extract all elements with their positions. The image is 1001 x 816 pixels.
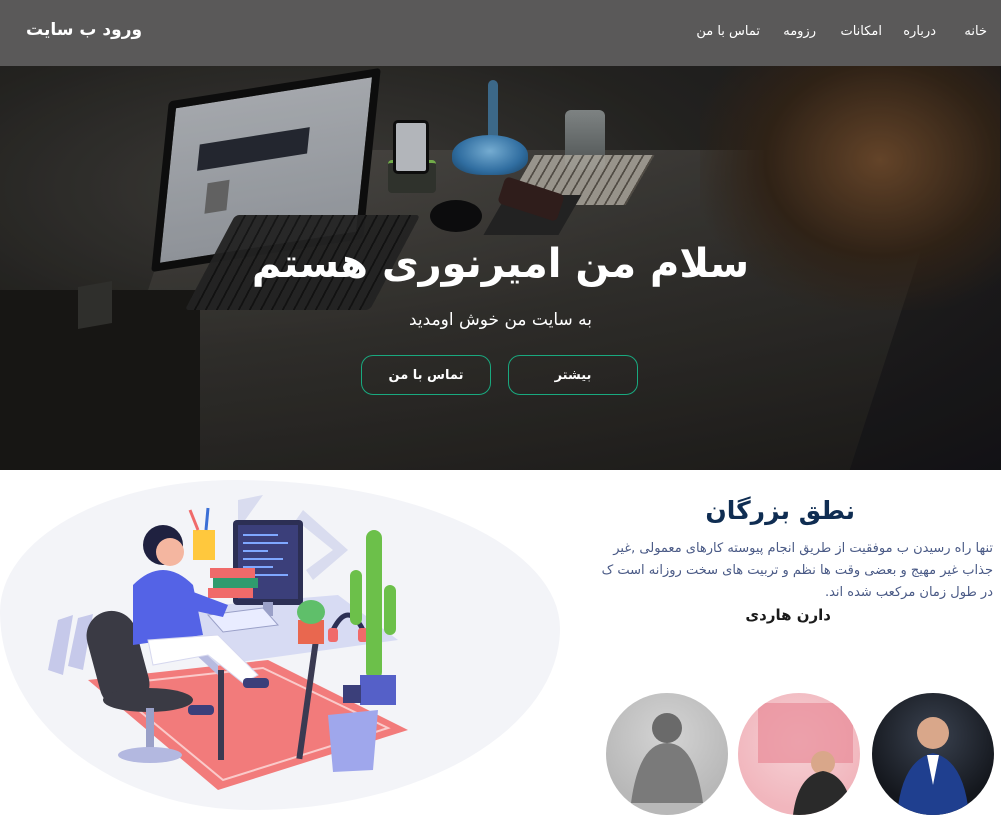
nav-item-about[interactable]: درباره (903, 24, 936, 39)
more-button[interactable]: بیشتر (508, 355, 638, 395)
brand-login-link[interactable]: ورود ب سایت (26, 20, 142, 40)
avatar-2[interactable] (738, 693, 860, 815)
nav-item-home[interactable]: خانه (964, 24, 987, 39)
person-seated-icon (631, 713, 703, 803)
avatar-1[interactable] (872, 693, 994, 815)
navbar: ورود ب سایت خانه درباره امکانات رزومه تم… (0, 0, 1001, 66)
nav-item-contact[interactable]: تماس با من (696, 24, 760, 39)
quote-author: دارن هاردی (745, 606, 831, 624)
cactus-shape (366, 530, 382, 680)
quote-title: نطق بزرگان (705, 496, 855, 525)
contact-button[interactable]: تماس با من (361, 355, 491, 395)
nav-item-resume[interactable]: رزومه (783, 24, 816, 39)
hero-section: سلام من امیرنوری هستم به سایت من خوش اوم… (0, 0, 1001, 470)
person-photo-icon (897, 717, 969, 815)
book-cover-icon (758, 703, 853, 815)
developer-illustration (48, 495, 408, 790)
hero-subtitle: به سایت من خوش اومدید (408, 310, 592, 330)
hero-shade (0, 0, 1001, 470)
quote-text: تنها راه رسیدن ب موفقیت از طریق انجام پی… (601, 541, 993, 600)
hero-title: سلام من امیرنوری هستم (251, 241, 750, 287)
nav-item-features[interactable]: امکانات (840, 24, 882, 39)
bin-shape (328, 710, 378, 772)
avatar-3[interactable] (606, 693, 728, 815)
